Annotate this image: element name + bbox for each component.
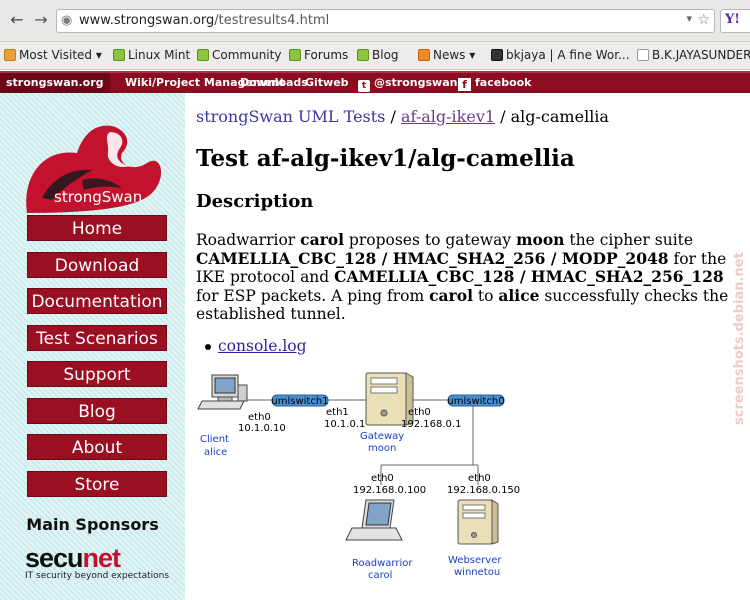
description-heading: Description: [196, 191, 314, 212]
alice-computer-icon: [197, 374, 248, 410]
moon-name2: moon: [368, 443, 396, 454]
menu-store[interactable]: Store: [27, 471, 167, 497]
menu-support[interactable]: Support: [27, 361, 167, 387]
folder-icon: [4, 49, 16, 61]
breadcrumb-af-alg-ikev1[interactable]: af-alg-ikev1: [401, 107, 495, 126]
winnetou-iface: eth0: [468, 473, 491, 484]
switch0-label: umlswitch0: [447, 396, 504, 407]
bookmark-star-icon[interactable]: ☆: [697, 12, 710, 28]
mint-icon: [197, 49, 209, 61]
description-text: Roadwarrior carol proposes to gateway mo…: [196, 230, 729, 323]
moon-iface0: eth0: [408, 407, 431, 418]
winnetou-name2: winnetou: [454, 567, 500, 578]
moon-iface1: eth1: [326, 407, 349, 418]
carol-name2: carol: [368, 570, 392, 581]
bookmark-news[interactable]: News ▾: [418, 48, 475, 62]
switch1: umlswitch1: [271, 394, 329, 407]
back-button[interactable]: ←: [6, 9, 28, 31]
logo-text: strongSwan: [54, 188, 142, 206]
menu-blog[interactable]: Blog: [27, 398, 167, 424]
breadcrumb-current: alg-camellia: [510, 107, 609, 126]
nav-link-twitter[interactable]: t @strongswan: [358, 76, 457, 92]
url-text[interactable]: www.strongswan.org/testresults4.html: [79, 13, 329, 28]
alice-name2: alice: [204, 447, 227, 458]
switch1-label: umlswitch1: [271, 396, 328, 407]
secunet-tagline: IT security beyond expectations: [25, 571, 170, 581]
sponsors-title: Main Sponsors: [26, 515, 159, 534]
nav-link-downloads[interactable]: Downloads: [240, 76, 308, 89]
browser-toolbar: ← → ◉ www.strongswan.org/testresults4.ht…: [0, 0, 750, 42]
bookmarks-toolbar: Most Visited ▾ Linux Mint Community Foru…: [0, 42, 750, 70]
url-dropdown-icon[interactable]: ▾: [686, 12, 692, 25]
mint-icon: [113, 49, 125, 61]
arrow-left-icon: ←: [10, 10, 24, 29]
address-bar[interactable]: ◉ www.strongswan.org/testresults4.html ▾…: [56, 9, 715, 33]
rss-icon: [418, 49, 430, 61]
watermark: screenshots.debian.net: [732, 252, 747, 425]
breadcrumb-uml-tests[interactable]: strongSwan UML Tests: [196, 107, 385, 126]
watermark-text: screenshots.debian.net: [732, 252, 747, 425]
list-item: console.log: [205, 337, 307, 355]
nav-link-gitweb[interactable]: Gitweb: [305, 76, 349, 89]
sidebar: strongSwan Home Download Documentation T…: [0, 93, 185, 600]
bookmark-most-visited[interactable]: Most Visited ▾: [4, 48, 102, 62]
yahoo-search-icon[interactable]: Y!: [725, 12, 740, 27]
alice-iface: eth0: [248, 412, 271, 423]
winnetou-name1: Webserver: [448, 555, 502, 566]
carol-ip: 192.168.0.100: [353, 485, 426, 496]
carol-laptop-icon: [345, 499, 403, 541]
search-box[interactable]: Y!: [720, 9, 750, 33]
switch0: umlswitch0: [447, 394, 505, 407]
alice-ip: 10.1.0.10: [238, 423, 286, 434]
twitter-icon: t: [358, 80, 370, 92]
secunet-logo[interactable]: secunet IT security beyond expectations: [25, 543, 169, 581]
bookmark-bkjaya[interactable]: bkjaya | A fine Wor...: [491, 48, 630, 62]
winnetou-server-icon: [457, 499, 499, 545]
page-icon: [637, 49, 649, 61]
mint-icon: [357, 49, 369, 61]
bookmark-blog[interactable]: Blog: [357, 48, 399, 62]
nav-link-facebook[interactable]: f facebook: [458, 76, 532, 91]
page-title: Test af-alg-ikev1/alg-camellia: [196, 145, 575, 172]
forward-button[interactable]: →: [30, 9, 52, 31]
breadcrumb: strongSwan UML Tests / af-alg-ikev1 / al…: [196, 107, 609, 126]
mint-icon: [289, 49, 301, 61]
facebook-icon: f: [458, 78, 471, 91]
menu-download[interactable]: Download: [27, 252, 167, 278]
console-log-link[interactable]: console.log: [218, 337, 307, 355]
film-icon: [491, 49, 503, 61]
site-top-nav: strongswan.org Wiki/Project Management D…: [0, 71, 750, 93]
moon-ip1: 10.1.0.1: [324, 419, 365, 430]
carol-name1: Roadwarrior: [352, 558, 413, 569]
winnetou-ip: 192.168.0.150: [447, 485, 520, 496]
carol-iface: eth0: [371, 473, 394, 484]
strongswan-logo[interactable]: strongSwan: [22, 118, 172, 218]
moon-ip0: 192.168.0.1: [401, 419, 461, 430]
bookmark-forums[interactable]: Forums: [289, 48, 348, 62]
alice-name1: Client: [200, 434, 229, 445]
bookmark-community[interactable]: Community: [197, 48, 281, 62]
nav-link-home[interactable]: strongswan.org: [0, 73, 110, 93]
menu-home[interactable]: Home: [27, 215, 167, 241]
moon-name1: Gateway: [360, 431, 404, 442]
bookmark-bkjayasunder[interactable]: B.K.JAYASUNDER...: [637, 48, 750, 62]
menu-test-scenarios[interactable]: Test Scenarios: [27, 325, 167, 351]
menu-about[interactable]: About: [27, 434, 167, 460]
arrow-right-icon: →: [34, 10, 48, 29]
network-diagram: umlswitch1 umlswitch0 eth0 10.1.0.10 Cli…: [197, 372, 520, 581]
moon-server-icon: [365, 372, 414, 426]
globe-icon: ◉: [61, 13, 73, 28]
bookmark-linux-mint[interactable]: Linux Mint: [113, 48, 190, 62]
menu-documentation[interactable]: Documentation: [27, 288, 167, 314]
